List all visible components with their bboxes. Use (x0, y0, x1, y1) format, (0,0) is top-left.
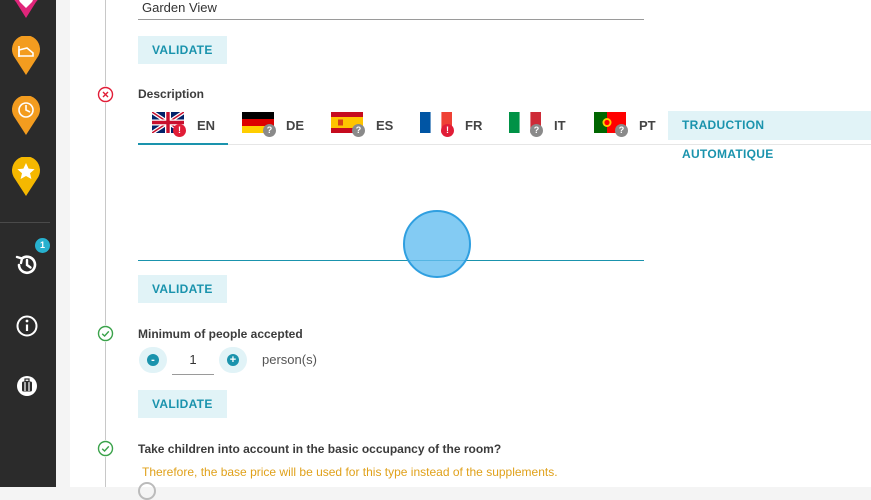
tab-it[interactable]: ? IT (509, 106, 589, 144)
validate-description-button[interactable]: VALIDATE (138, 275, 227, 303)
description-underline (138, 260, 644, 261)
room-name-input[interactable]: Garden View (142, 0, 217, 15)
touch-cursor-indicator (403, 210, 471, 278)
tab-pt-status: ? (615, 124, 628, 137)
tab-fr-label: FR (465, 118, 483, 133)
tab-en-label: EN (197, 118, 216, 133)
tab-es-status: ? (352, 124, 365, 137)
description-label: Description (138, 87, 205, 101)
children-hint: Therefore, the base price will be used f… (142, 465, 558, 479)
auto-translate-button[interactable]: TRADUCTION AUTOMATIQUE (668, 111, 871, 161)
ok-status-icon (97, 325, 114, 342)
heart-pin-icon[interactable] (11, 0, 41, 18)
decrement-button[interactable]: - (139, 347, 167, 373)
history-badge: 1 (35, 238, 50, 253)
increment-button[interactable]: + (219, 347, 247, 373)
children-label: Take children into account in the basic … (138, 442, 502, 456)
room-name-underline (138, 19, 644, 20)
luggage-icon[interactable] (13, 372, 41, 400)
tab-en-status: ! (173, 124, 186, 137)
tab-de-label: DE (286, 118, 305, 133)
tab-fr[interactable]: ! FR (420, 106, 500, 144)
history-icon[interactable] (13, 251, 41, 279)
children-radio[interactable] (138, 482, 156, 500)
main-panel: Garden View VALIDATE Description ! EN ? … (70, 0, 871, 500)
tab-fr-status: ! (441, 124, 454, 137)
tab-en[interactable]: ! EN (138, 106, 228, 145)
info-icon[interactable] (13, 312, 41, 340)
min-people-unit: person(s) (262, 352, 317, 367)
sidebar: 1 (0, 0, 56, 487)
clock-pin-icon[interactable] (11, 96, 41, 136)
min-people-input[interactable]: 1 (172, 347, 214, 375)
tab-pt[interactable]: ? PT (594, 106, 674, 144)
error-status-icon (97, 86, 114, 103)
plus-icon: + (227, 354, 239, 366)
validate-name-button[interactable]: VALIDATE (138, 36, 227, 64)
tab-de[interactable]: ? DE (242, 106, 322, 144)
min-people-label: Minimum of people accepted (138, 327, 303, 341)
hotel-pin-icon[interactable] (11, 36, 41, 76)
ok-status-icon (97, 440, 114, 457)
tab-pt-label: PT (639, 118, 656, 133)
star-pin-icon[interactable] (11, 157, 41, 197)
tab-de-status: ? (263, 124, 276, 137)
validate-min-people-button[interactable]: VALIDATE (138, 390, 227, 418)
tab-it-status: ? (530, 124, 543, 137)
description-textarea[interactable] (138, 150, 644, 260)
tab-it-label: IT (554, 118, 566, 133)
tab-es-label: ES (376, 118, 394, 133)
sidebar-divider (0, 222, 50, 223)
tab-es[interactable]: ? ES (331, 106, 411, 144)
minus-icon: - (147, 354, 159, 366)
timeline-line (105, 0, 106, 487)
